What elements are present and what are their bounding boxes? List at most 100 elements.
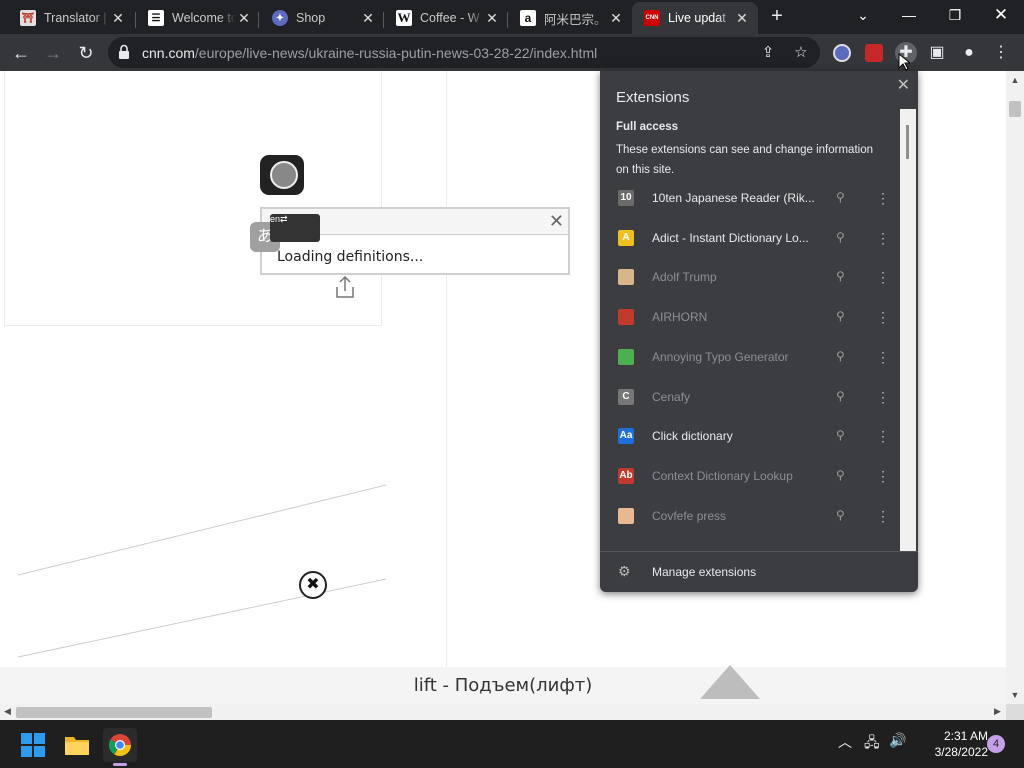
scroll-thumb[interactable] [1009, 101, 1021, 117]
more-options-icon[interactable]: ⋮ [876, 388, 890, 406]
pin-icon[interactable]: ⚲ [836, 269, 848, 285]
extension-shop-icon[interactable] [833, 44, 851, 62]
more-options-icon[interactable]: ⋮ [876, 189, 890, 207]
chevron-up-icon[interactable]: ︿ [838, 732, 852, 752]
network-icon[interactable]: 🖧 [864, 732, 880, 756]
pin-icon[interactable]: ⚲ [836, 468, 848, 484]
side-panel-icon[interactable]: ▣ [926, 42, 948, 64]
tab-cnn-live[interactable]: CNN Live updat ✕ [632, 2, 758, 34]
forward-button[interactable]: → [40, 40, 66, 66]
close-tab-icon[interactable]: ✕ [236, 10, 252, 26]
extension-icon: 10 [618, 190, 634, 206]
tab-separator [258, 12, 259, 28]
extension-red-icon[interactable] [865, 44, 883, 62]
close-menu-icon[interactable]: ✕ [897, 75, 910, 95]
extension-name: AIRHORN [652, 310, 708, 325]
manage-extensions-item[interactable]: ⚙ Manage extensions [600, 553, 918, 591]
scroll-up-icon[interactable]: ▲ [1006, 75, 1024, 85]
elementor-icon: ☰ [148, 10, 164, 26]
lock-icon [119, 44, 129, 59]
browser-menu-icon[interactable]: ⋮ [990, 42, 1012, 64]
full-access-description: These extensions can see and change info… [616, 144, 873, 176]
volume-icon[interactable]: 🔊 [889, 732, 906, 749]
system-clock[interactable]: 2:31 AM 3/28/2022 [910, 728, 988, 760]
tab-amazon[interactable]: a 阿米巴宗。 ✕ [508, 4, 632, 32]
close-tab-icon[interactable]: ✕ [734, 10, 750, 26]
more-options-icon[interactable]: ⋮ [876, 268, 890, 286]
extension-name: 10ten Japanese Reader (Rik... [652, 191, 815, 205]
extension-name: Adolf Trump [652, 270, 717, 285]
close-tab-icon[interactable]: ✕ [360, 10, 376, 26]
pin-icon[interactable]: ⚲ [836, 428, 848, 444]
scroll-left-icon[interactable]: ◀ [4, 706, 11, 717]
translator-icon: ⛩ [20, 10, 36, 26]
notification-badge[interactable]: 4 [987, 735, 1005, 753]
clock-time: 2:31 AM [943, 729, 988, 743]
full-access-heading: Full access [616, 121, 679, 133]
windows-taskbar: ︿ 🖧 🔊 2:31 AM 3/28/2022 [0, 720, 1024, 768]
scroll-thumb[interactable] [16, 707, 212, 718]
share-icon[interactable]: ⇪ [758, 43, 778, 63]
extensions-scrollbar[interactable] [900, 109, 916, 551]
back-button[interactable]: ← [8, 40, 34, 66]
pin-icon[interactable]: ⚲ [836, 309, 848, 325]
page-horizontal-scrollbar[interactable]: ◀ ▶ [0, 704, 1006, 720]
more-options-icon[interactable]: ⋮ [876, 229, 890, 247]
pin-icon[interactable]: ⚲ [836, 190, 848, 206]
extension-name: Adict - Instant Dictionary Lo... [652, 230, 809, 245]
url-text: cnn.com/europe/live-news/ukraine-russia-… [142, 45, 598, 61]
extension-item[interactable]: A Adict - Instant Dictionary Lo... ⚲ ⋮ [600, 219, 900, 258]
more-options-icon[interactable]: ⋮ [876, 467, 890, 485]
file-explorer-icon[interactable] [60, 728, 94, 762]
app-logo-icon[interactable] [260, 155, 304, 195]
extension-item[interactable]: Adolf Trump ⚲ ⋮ [600, 258, 900, 297]
pin-icon[interactable]: ⚲ [836, 389, 848, 405]
extension-icon: Aa [618, 428, 634, 445]
popup-close-icon[interactable]: ✕ [549, 211, 564, 232]
close-window-button[interactable]: ✕ [978, 0, 1024, 30]
pin-icon[interactable]: ⚲ [836, 349, 848, 365]
page-vertical-scrollbar[interactable]: ▲ ▼ [1006, 71, 1024, 704]
minimize-button[interactable]: — [886, 0, 932, 30]
scroll-down-icon[interactable]: ▼ [1006, 690, 1024, 700]
extension-item[interactable]: Covfefe press ⚲ ⋮ [600, 497, 900, 536]
reload-button[interactable]: ↻ [73, 40, 99, 66]
extension-item[interactable]: C Cenafy ⚲ ⋮ [600, 378, 900, 417]
translation-caption-bar: lift - Подъем(лифт) [0, 665, 1006, 704]
tab-wikipedia[interactable]: W Coffee - W ✕ [384, 4, 508, 32]
more-options-icon[interactable]: ⋮ [876, 427, 890, 445]
translation-caption: lift - Подъем(лифт) [413, 675, 593, 696]
more-options-icon[interactable]: ⋮ [876, 308, 890, 326]
scroll-thumb[interactable] [906, 125, 909, 159]
more-options-icon[interactable]: ⋮ [876, 348, 890, 366]
language-switch-icon[interactable]: en⇄ [270, 214, 320, 242]
chrome-icon[interactable] [103, 728, 137, 766]
pin-icon[interactable]: ⚲ [836, 230, 848, 246]
extension-item[interactable]: Annoying Typo Generator ⚲ ⋮ [600, 338, 900, 377]
tab-shop[interactable]: ✦ Shop ✕ [260, 4, 384, 32]
close-tab-icon[interactable]: ✕ [608, 10, 624, 26]
close-tab-icon[interactable]: ✕ [484, 10, 500, 26]
more-options-icon[interactable]: ⋮ [876, 507, 890, 525]
extension-item[interactable]: AIRHORN ⚲ ⋮ [600, 298, 900, 337]
extension-item[interactable]: Aa Click dictionary ⚲ ⋮ [600, 417, 900, 456]
profile-avatar-icon[interactable]: ● [958, 42, 980, 64]
bookmark-star-icon[interactable]: ☆ [791, 43, 811, 63]
close-tab-icon[interactable]: ✕ [110, 10, 126, 26]
tab-translator[interactable]: ⛩ Translator | ✕ [8, 4, 134, 32]
close-circle-icon[interactable]: ✖ [299, 571, 327, 599]
cnn-icon: CNN [644, 10, 660, 26]
scrollbar-corner [1006, 704, 1024, 720]
extensions-menu: Extensions ✕ Full access These extension… [600, 71, 918, 592]
extension-item[interactable]: Ab Context Dictionary Lookup ⚲ ⋮ [600, 457, 900, 496]
windows-start-icon[interactable] [16, 728, 50, 762]
extension-item[interactable]: 10 10ten Japanese Reader (Rik... ⚲ ⋮ [600, 179, 900, 218]
scroll-right-icon[interactable]: ▶ [994, 706, 1001, 717]
share-upload-icon[interactable] [334, 275, 356, 299]
tab-search-icon[interactable]: ⌄ [840, 0, 886, 30]
tab-welcome[interactable]: ☰ Welcome to ✕ [136, 4, 260, 32]
pin-icon[interactable]: ⚲ [836, 508, 848, 524]
restore-button[interactable]: ❐ [932, 0, 978, 30]
new-tab-button[interactable]: + [766, 6, 788, 28]
address-bar[interactable]: cnn.com/europe/live-news/ukraine-russia-… [108, 37, 820, 68]
